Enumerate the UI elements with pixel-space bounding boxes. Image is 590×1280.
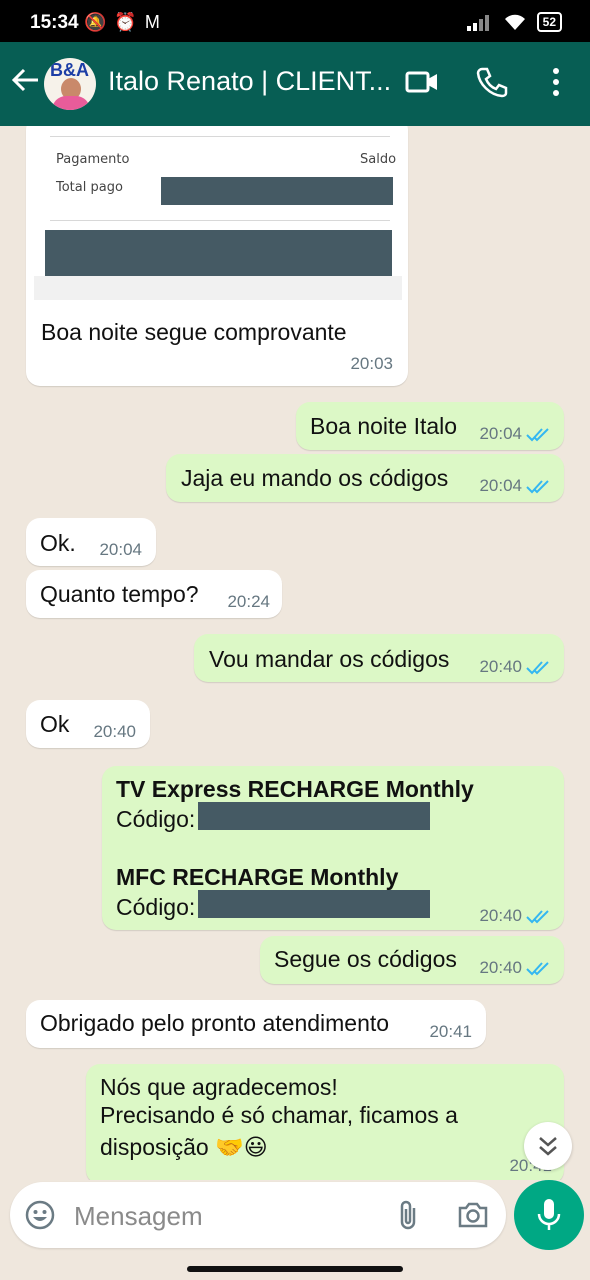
message-text: Vou mandar os códigos — [209, 646, 450, 672]
message-text: Nós que agradecemos! — [100, 1074, 338, 1100]
message-incoming[interactable]: Pagamento Saldo Total pago Boa noite seg… — [26, 126, 408, 386]
product-name: TV Express RECHARGE Monthly — [116, 776, 474, 802]
message-outgoing[interactable]: Nós que agradecemos! Precisando é só cha… — [86, 1064, 564, 1180]
voice-call-icon[interactable] — [474, 64, 510, 100]
notifications-muted-icon: 🔕 — [84, 12, 107, 32]
message-input[interactable]: Mensagem — [74, 1201, 203, 1232]
message-outgoing[interactable]: Segue os códigos 20:40 — [260, 936, 564, 984]
camera-icon[interactable] — [456, 1199, 490, 1231]
message-outgoing[interactable]: TV Express RECHARGE Monthly Código: MFC … — [102, 766, 564, 930]
message-time: 20:40 — [93, 722, 136, 741]
chat-area[interactable]: Pagamento Saldo Total pago Boa noite seg… — [0, 126, 590, 1180]
redacted-area — [161, 177, 393, 205]
video-call-icon[interactable] — [404, 64, 440, 100]
message-incoming[interactable]: Obrigado pelo pronto atendimento 20:41 — [26, 1000, 486, 1048]
home-gesture-bar[interactable] — [187, 1266, 403, 1272]
status-time: 15:34 — [30, 12, 79, 33]
status-bar: 15:34 🔕 ⏰ M 52 — [0, 0, 590, 42]
read-ticks-icon — [526, 428, 549, 442]
redacted-code — [198, 890, 430, 918]
battery-icon: 52 — [536, 12, 562, 32]
message-outgoing[interactable]: Boa noite Italo 20:04 — [296, 402, 564, 450]
emoji-icon[interactable] — [24, 1199, 56, 1231]
message-text: Boa noite Italo — [310, 413, 458, 439]
redacted-area — [45, 230, 392, 280]
message-text: Segue os códigos — [274, 946, 457, 972]
contact-name[interactable]: Italo Renato | CLIENT... — [108, 66, 393, 97]
back-arrow-icon[interactable] — [10, 64, 42, 96]
product-name: MFC RECHARGE Monthly — [116, 864, 399, 890]
message-text: disposição 🤝😃 — [100, 1134, 268, 1160]
receipt-total-label: Total pago — [56, 180, 123, 195]
read-ticks-icon — [526, 480, 549, 494]
microphone-icon — [537, 1199, 561, 1230]
message-outgoing[interactable]: Vou mandar os códigos 20:40 — [194, 634, 564, 682]
double-chevron-down-icon — [539, 1137, 557, 1156]
menu-dots-icon[interactable] — [538, 64, 574, 100]
contact-avatar[interactable]: B&A — [44, 58, 96, 110]
message-time: 20:04 — [99, 540, 142, 559]
message-time: 20:40 — [479, 906, 522, 925]
scroll-to-bottom-button[interactable] — [524, 1122, 572, 1170]
redacted-code — [198, 802, 430, 830]
message-text: Ok — [40, 711, 70, 737]
message-time: 20:41 — [429, 1022, 472, 1041]
voice-message-button[interactable] — [514, 1180, 584, 1250]
code-label: Código: — [116, 894, 196, 920]
message-text: Obrigado pelo pronto atendimento — [40, 1010, 390, 1036]
message-text: Boa noite segue comprovante — [41, 319, 347, 345]
read-ticks-icon — [526, 910, 549, 924]
read-ticks-icon — [526, 962, 549, 976]
code-label: Código: — [116, 806, 196, 832]
chat-header: B&A Italo Renato | CLIENT... — [0, 42, 590, 126]
gmail-icon: M — [144, 12, 160, 32]
message-input-bar: Mensagem — [10, 1182, 506, 1248]
payment-receipt-image[interactable]: Pagamento Saldo Total pago — [34, 126, 402, 300]
receipt-balance-label: Saldo — [360, 152, 397, 167]
message-text: Quanto tempo? — [40, 581, 199, 607]
message-incoming[interactable]: Quanto tempo? 20:24 — [26, 570, 282, 618]
message-time: 20:40 — [479, 657, 522, 676]
attach-clip-icon[interactable] — [394, 1198, 422, 1232]
message-incoming[interactable]: Ok 20:40 — [26, 700, 150, 748]
wifi-icon — [504, 14, 525, 30]
message-time: 20:04 — [479, 424, 522, 443]
message-time: 20:24 — [227, 592, 270, 611]
read-ticks-icon — [526, 661, 549, 675]
alarm-icon: ⏰ — [114, 12, 137, 32]
message-time: 20:03 — [350, 354, 393, 373]
message-text: Jaja eu mando os códigos — [181, 465, 449, 491]
message-time: 20:04 — [479, 476, 522, 495]
receipt-payment-label: Pagamento — [56, 152, 130, 167]
system-nav-bar — [0, 1254, 590, 1280]
message-time: 20:40 — [479, 958, 522, 977]
message-outgoing[interactable]: Jaja eu mando os códigos 20:04 — [166, 454, 564, 502]
message-text: Precisando é só chamar, ficamos a — [100, 1102, 458, 1128]
message-text: Ok. — [40, 530, 76, 556]
signal-icon — [466, 15, 489, 31]
message-incoming[interactable]: Ok. 20:04 — [26, 518, 156, 566]
